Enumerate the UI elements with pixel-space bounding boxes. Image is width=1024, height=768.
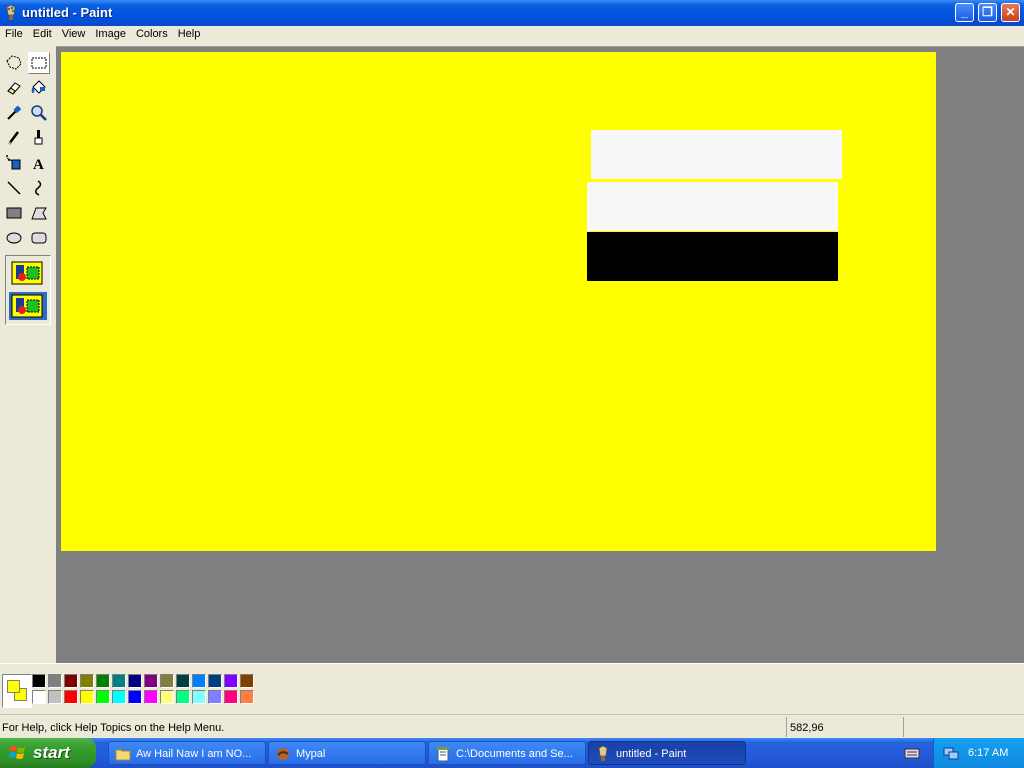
palette-swatch[interactable]	[48, 690, 62, 704]
paint-icon	[598, 746, 608, 761]
palette-swatch[interactable]	[64, 674, 78, 688]
palette-swatch[interactable]	[208, 674, 222, 688]
coordinates-text: 582,96	[790, 722, 824, 734]
folder-icon	[115, 749, 131, 761]
browser-icon	[277, 748, 289, 760]
menu-edit[interactable]: Edit	[28, 26, 57, 40]
palette-swatch[interactable]	[240, 674, 254, 688]
palette-swatch[interactable]	[176, 674, 190, 688]
task-label: Aw Hail Naw I am NO...	[136, 748, 252, 760]
tool-options	[5, 255, 51, 325]
keyboard-icon[interactable]	[904, 746, 920, 760]
palette-swatch[interactable]	[32, 690, 46, 704]
palette-swatch[interactable]	[160, 674, 174, 688]
rounded-rectangle-icon[interactable]	[28, 227, 50, 249]
close-icon: ✕	[1005, 5, 1016, 19]
close-button[interactable]: ✕	[1001, 3, 1020, 22]
palette-swatch[interactable]	[96, 690, 110, 704]
airbrush-icon[interactable]	[3, 152, 25, 174]
work-area	[56, 46, 1024, 664]
palette-swatch[interactable]	[112, 690, 126, 704]
black-rectangle-bottom[interactable]	[587, 232, 838, 281]
palette-swatch[interactable]	[80, 674, 94, 688]
pencil-icon[interactable]	[3, 127, 25, 149]
palette-swatch[interactable]	[192, 690, 206, 704]
clock[interactable]: 6:17 AM	[968, 747, 1008, 759]
task-paint[interactable]: untitled - Paint	[588, 741, 746, 765]
text-icon[interactable]: A	[28, 152, 50, 174]
white-rectangle-middle[interactable]	[587, 182, 838, 231]
window-title: untitled - Paint	[22, 5, 113, 20]
palette-swatch[interactable]	[32, 674, 46, 688]
rectangle-icon[interactable]	[3, 202, 25, 224]
paint-app-icon[interactable]	[4, 5, 18, 21]
palette-swatch[interactable]	[144, 674, 158, 688]
curve-icon[interactable]	[28, 177, 50, 199]
palette-swatch[interactable]	[48, 674, 62, 688]
eraser-icon[interactable]	[3, 77, 25, 99]
opaque-option[interactable]	[9, 259, 47, 287]
status-coordinates: 582,96	[786, 717, 901, 737]
palette-swatch[interactable]	[224, 690, 238, 704]
notepad-icon	[437, 747, 449, 762]
menu-colors[interactable]: Colors	[131, 26, 173, 40]
start-label: start	[33, 743, 70, 762]
palette-swatch[interactable]	[240, 690, 254, 704]
magnifier-icon[interactable]	[28, 102, 50, 124]
color-box	[0, 663, 1024, 714]
palette-swatch[interactable]	[144, 690, 158, 704]
palette-swatch[interactable]	[112, 674, 126, 688]
minimize-button[interactable]: _	[955, 3, 974, 22]
palette-swatch[interactable]	[128, 690, 142, 704]
select-icon[interactable]	[28, 52, 50, 74]
ellipse-icon[interactable]	[3, 227, 25, 249]
palette-swatch[interactable]	[224, 674, 238, 688]
foreground-color[interactable]	[7, 680, 20, 693]
task-folder[interactable]: Aw Hail Naw I am NO...	[108, 741, 266, 765]
free-form-select-icon[interactable]	[3, 52, 25, 74]
palette-swatch[interactable]	[176, 690, 190, 704]
windows-flag-icon	[9, 746, 25, 759]
palette-swatch[interactable]	[160, 690, 174, 704]
menu-view[interactable]: View	[57, 26, 91, 40]
network-icon[interactable]	[943, 745, 959, 761]
taskbar: start Aw Hail Naw I am NO... Mypal C:\Do…	[0, 738, 1024, 768]
restore-icon: ❐	[982, 5, 993, 19]
palette-swatch[interactable]	[96, 674, 110, 688]
transparent-option[interactable]	[9, 292, 47, 320]
task-mypal[interactable]: Mypal	[268, 741, 426, 765]
tool-box: A	[0, 48, 56, 662]
text-tool-glyph: A	[33, 157, 44, 173]
restore-button[interactable]: ❐	[978, 3, 997, 22]
status-bar: For Help, click Help Topics on the Help …	[0, 714, 1024, 739]
drawing-canvas[interactable]	[61, 52, 936, 551]
task-label: untitled - Paint	[616, 748, 687, 760]
menu-file[interactable]: File	[0, 26, 28, 40]
status-size	[903, 717, 1022, 737]
palette-swatch[interactable]	[192, 674, 206, 688]
task-label: C:\Documents and Se...	[456, 748, 573, 760]
fill-with-color-icon[interactable]	[28, 77, 50, 99]
menu-help[interactable]: Help	[173, 26, 206, 40]
palette-swatch[interactable]	[80, 690, 94, 704]
task-label: Mypal	[296, 748, 326, 760]
menu-bar: File Edit View Image Colors Help	[0, 26, 1024, 44]
menu-image[interactable]: Image	[90, 26, 131, 40]
palette-swatch[interactable]	[128, 674, 142, 688]
palette-swatch[interactable]	[64, 690, 78, 704]
brush-icon[interactable]	[28, 127, 50, 149]
task-documents[interactable]: C:\Documents and Se...	[428, 741, 586, 765]
polygon-icon[interactable]	[28, 202, 50, 224]
palette-swatch[interactable]	[208, 690, 222, 704]
system-tray: 6:17 AM	[933, 738, 1024, 768]
line-icon[interactable]	[3, 177, 25, 199]
status-help-text: For Help, click Help Topics on the Help …	[2, 722, 225, 734]
pick-color-icon[interactable]	[3, 102, 25, 124]
start-button[interactable]: start	[0, 738, 96, 768]
minimize-icon: _	[961, 5, 968, 19]
white-rectangle-top[interactable]	[591, 130, 842, 179]
current-colors[interactable]	[2, 674, 32, 708]
title-bar[interactable]: untitled - Paint _ ❐ ✕	[0, 0, 1024, 26]
